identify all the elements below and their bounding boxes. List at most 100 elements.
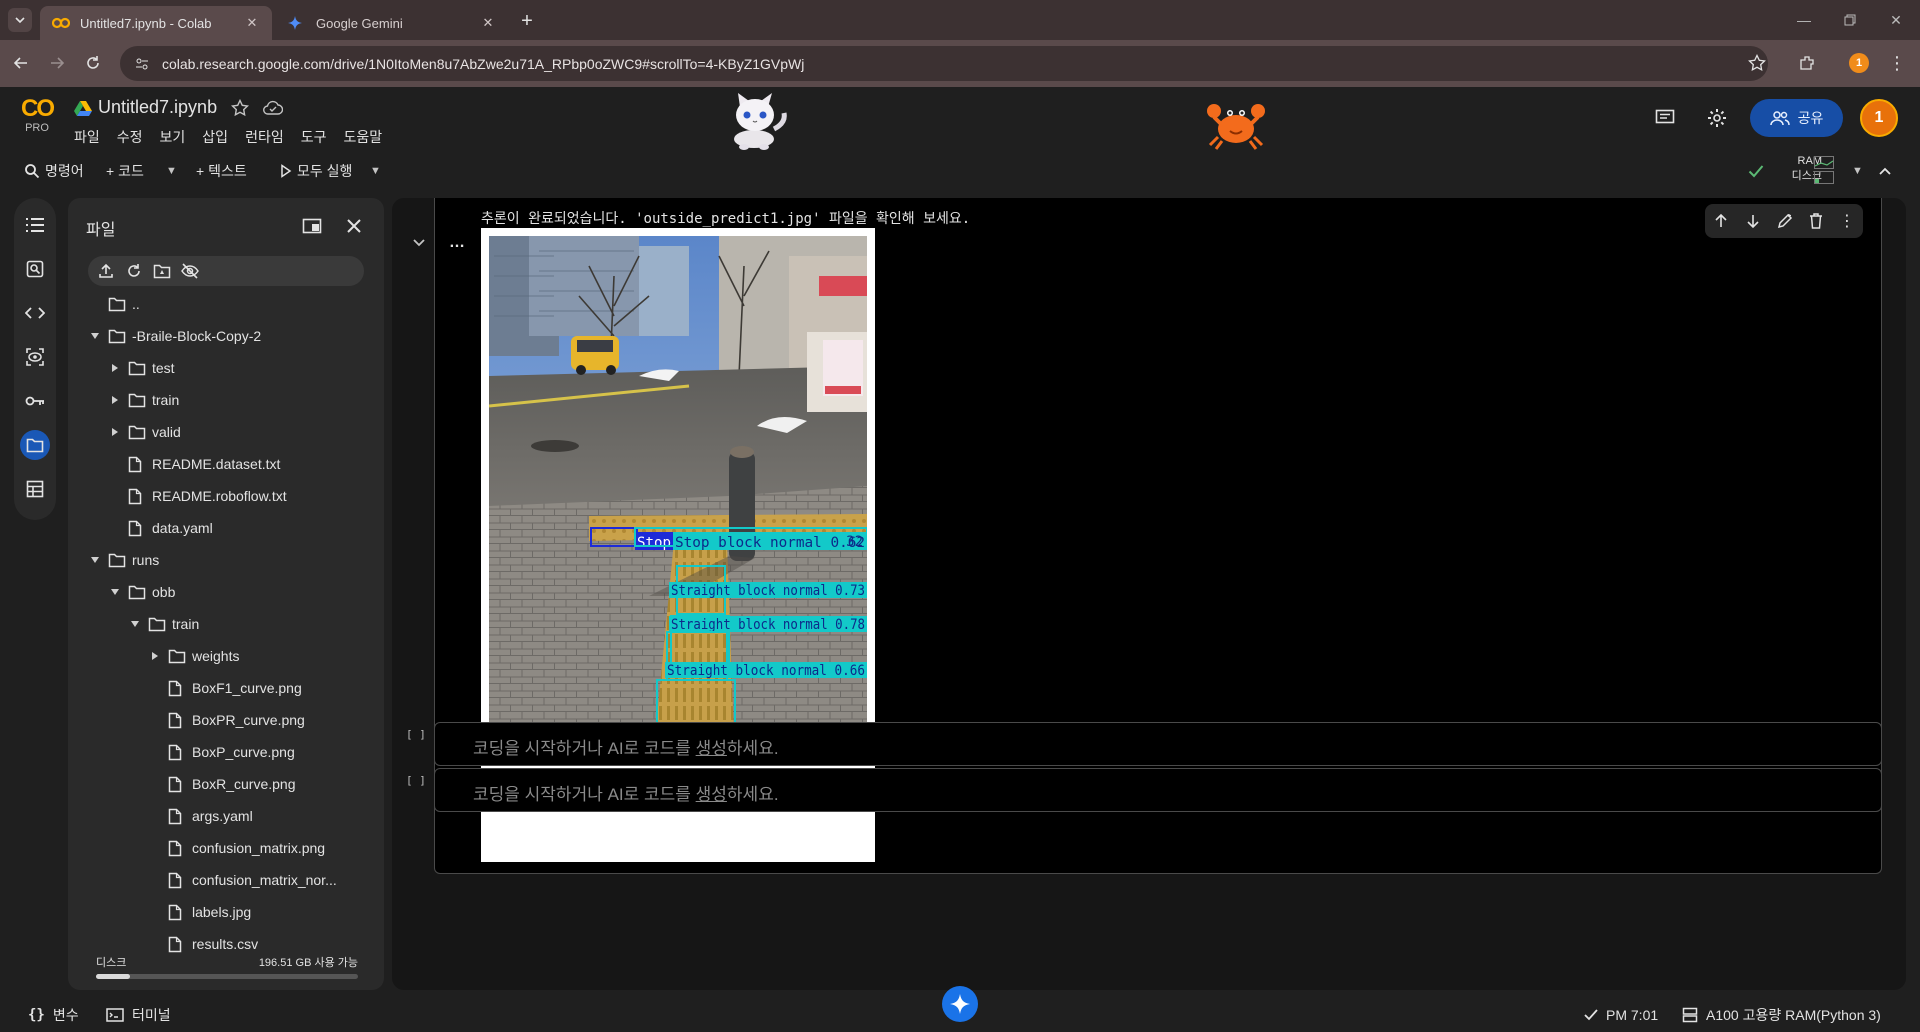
delete-cell-icon[interactable] — [1809, 213, 1823, 229]
runtime-info[interactable]: A100 고용량 RAM(Python 3) — [1682, 1005, 1881, 1025]
empty-code-cell-1[interactable]: 코딩을 시작하거나 AI로 코드를 생성하세요. — [434, 722, 1882, 766]
add-code-cell-button[interactable]: + 코드 — [106, 158, 144, 184]
comments-icon[interactable] — [1650, 103, 1680, 133]
caret-down-icon[interactable] — [108, 588, 122, 596]
collapse-header-icon[interactable] — [1878, 158, 1892, 184]
caret-down-icon[interactable] — [88, 332, 102, 340]
caret-down-icon[interactable] — [88, 556, 102, 564]
browser-menu-icon[interactable]: ⋮ — [1884, 50, 1910, 76]
file-row[interactable]: README.dataset.txt — [108, 451, 280, 477]
caret-right-icon[interactable] — [108, 427, 122, 437]
data-table-icon[interactable] — [20, 474, 50, 504]
gemini-button[interactable] — [942, 986, 978, 1022]
file-row[interactable]: confusion_matrix.png — [148, 835, 325, 861]
terminal-button[interactable]: 터미널 — [106, 1005, 171, 1025]
file-row[interactable]: confusion_matrix_nor... — [148, 867, 337, 893]
file-row[interactable]: README.roboflow.txt — [108, 483, 287, 509]
output-actions-icon[interactable]: … — [449, 234, 466, 252]
extensions-icon[interactable] — [1794, 50, 1820, 76]
move-cell-down-icon[interactable] — [1745, 213, 1761, 229]
folder-row[interactable]: train — [128, 611, 199, 637]
run-cell-bracket[interactable]: [ ] — [406, 728, 426, 741]
reload-icon[interactable] — [80, 50, 106, 76]
new-tab-button[interactable]: + — [516, 10, 538, 32]
resource-dropdown[interactable]: ▼ — [1852, 158, 1863, 184]
file-row[interactable]: BoxP_curve.png — [148, 739, 295, 765]
menu-runtime[interactable]: 런타임 — [245, 127, 284, 147]
collapse-output-icon[interactable] — [412, 238, 426, 248]
add-code-dropdown[interactable]: ▼ — [166, 158, 177, 184]
folder-row[interactable]: test — [108, 355, 175, 381]
profile-button[interactable]: 1 — [1846, 50, 1872, 76]
menu-insert[interactable]: 삽입 — [202, 127, 228, 147]
caret-right-icon[interactable] — [108, 395, 122, 405]
upload-icon[interactable] — [96, 261, 116, 281]
file-row[interactable]: args.yaml — [148, 803, 253, 829]
window-close-icon[interactable]: ✕ — [1876, 8, 1916, 32]
secrets-key-icon[interactable] — [20, 386, 50, 416]
cloud-saved-icon[interactable] — [263, 100, 284, 116]
variables-button[interactable]: {} 변수 — [28, 1005, 79, 1025]
folder-row[interactable]: -Braile-Block-Copy-2 — [88, 323, 261, 349]
close-panel-icon[interactable] — [342, 214, 366, 238]
table-of-contents-icon[interactable] — [20, 210, 50, 240]
cell-more-icon[interactable]: ⋮ — [1839, 211, 1855, 231]
file-row[interactable]: BoxPR_curve.png — [148, 707, 305, 733]
folder-row[interactable]: weights — [148, 643, 239, 669]
address-bar[interactable]: colab.research.google.com/drive/1N0ItoMe… — [120, 46, 1768, 81]
run-all-button[interactable]: 모두 실행 — [280, 158, 352, 184]
hide-hidden-files-icon[interactable] — [180, 261, 200, 281]
edit-cell-pencil-icon[interactable] — [1777, 213, 1793, 229]
file-row[interactable]: BoxF1_curve.png — [148, 675, 302, 701]
site-info-icon[interactable] — [134, 56, 152, 72]
folder-row[interactable]: obb — [108, 579, 175, 605]
find-replace-icon[interactable] — [20, 254, 50, 284]
folder-row[interactable]: runs — [88, 547, 159, 573]
notebook-title[interactable]: Untitled7.ipynb — [98, 97, 217, 118]
minimize-icon[interactable]: — — [1784, 8, 1824, 32]
colab-logo[interactable]: CO PRO — [16, 97, 58, 135]
move-cell-up-icon[interactable] — [1713, 213, 1729, 229]
generate-link[interactable]: 생성 — [696, 739, 727, 758]
share-button[interactable]: 공유 — [1750, 99, 1843, 137]
menu-edit[interactable]: 수정 — [117, 127, 143, 147]
file-row[interactable]: BoxR_curve.png — [148, 771, 296, 797]
caret-right-icon[interactable] — [148, 651, 162, 661]
file-row[interactable]: data.yaml — [108, 515, 213, 541]
close-icon[interactable]: ✕ — [480, 15, 496, 31]
refresh-icon[interactable] — [124, 261, 144, 281]
tab-search-dropdown[interactable] — [8, 8, 32, 32]
menu-tools[interactable]: 도구 — [301, 127, 327, 147]
execution-status[interactable]: PM 7:01 — [1584, 1005, 1658, 1025]
generate-link[interactable]: 생성 — [696, 785, 727, 804]
mount-drive-icon[interactable] — [152, 261, 172, 281]
file-row[interactable]: labels.jpg — [148, 899, 251, 925]
run-cell-bracket[interactable]: [ ] — [406, 774, 426, 787]
variable-inspector-icon[interactable] — [20, 342, 50, 372]
empty-code-cell-2[interactable]: 코딩을 시작하거나 AI로 코드를 생성하세요. — [434, 768, 1882, 812]
menu-file[interactable]: 파일 — [74, 127, 100, 147]
code-snippets-icon[interactable] — [20, 298, 50, 328]
folder-row[interactable]: .. — [88, 291, 140, 317]
run-all-dropdown[interactable]: ▼ — [370, 158, 381, 184]
files-folder-icon[interactable] — [20, 430, 50, 460]
folder-row[interactable]: train — [108, 387, 179, 413]
menu-help[interactable]: 도움말 — [343, 127, 382, 147]
forward-arrow-icon[interactable] — [44, 50, 70, 76]
open-in-tab-icon[interactable] — [300, 214, 324, 238]
folder-row[interactable]: valid — [108, 419, 181, 445]
menu-view[interactable]: 보기 — [160, 127, 186, 147]
star-icon[interactable] — [231, 98, 250, 117]
account-avatar[interactable]: 1 — [1860, 99, 1898, 137]
caret-right-icon[interactable] — [108, 363, 122, 373]
settings-gear-icon[interactable] — [1702, 103, 1732, 133]
command-palette-button[interactable]: 명령어 — [24, 158, 84, 184]
bookmark-star-icon[interactable] — [1744, 50, 1770, 76]
tab-gemini[interactable]: Google Gemini ✕ — [276, 6, 508, 40]
restore-icon[interactable] — [1830, 8, 1870, 32]
add-text-cell-button[interactable]: + 텍스트 — [196, 158, 247, 184]
tab-colab[interactable]: Untitled7.ipynb - Colab ✕ — [40, 6, 272, 40]
back-arrow-icon[interactable] — [8, 50, 34, 76]
caret-down-icon[interactable] — [128, 620, 142, 628]
close-icon[interactable]: ✕ — [244, 15, 260, 31]
